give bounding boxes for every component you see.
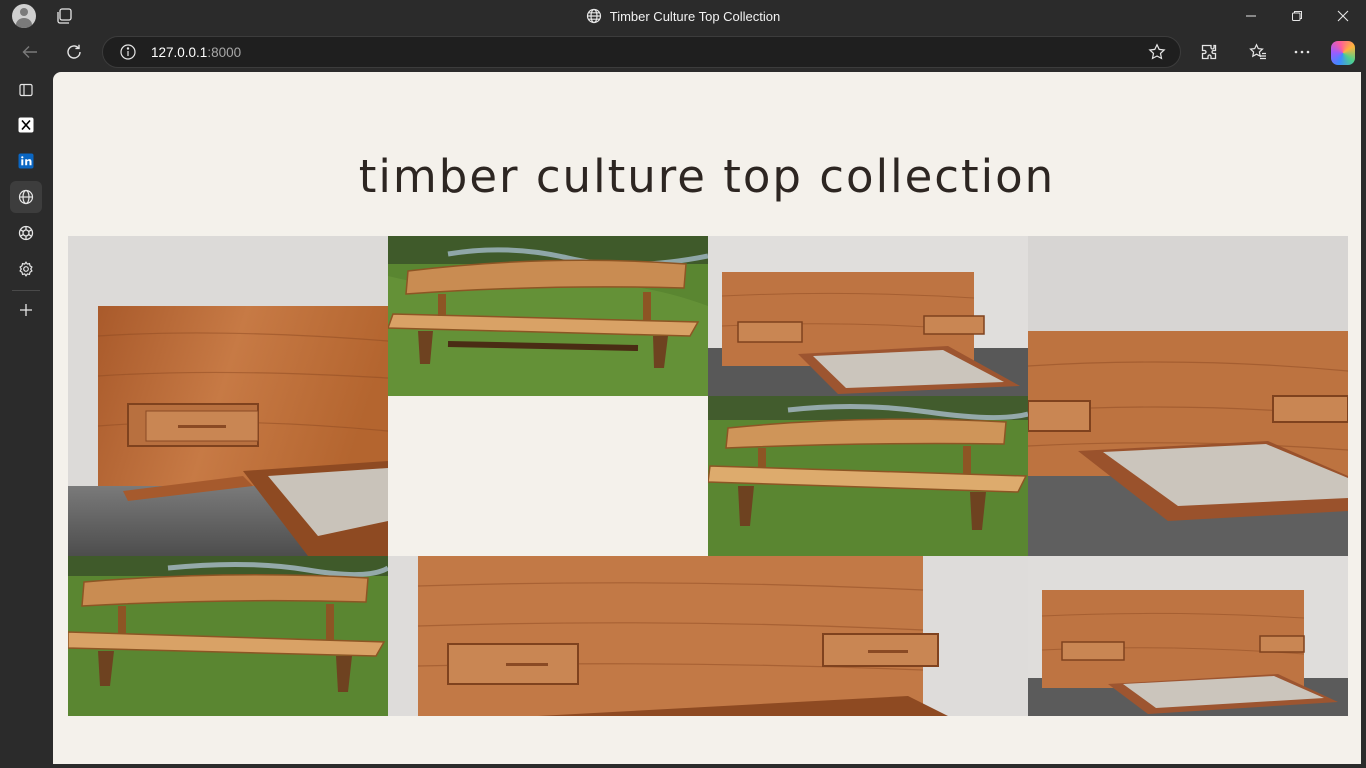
- navigation-bar: 127.0.0.1:8000: [0, 32, 1366, 72]
- tab-title: Timber Culture Top Collection: [609, 8, 781, 24]
- settings-icon[interactable]: [10, 253, 42, 285]
- workspaces-icon[interactable]: [54, 6, 74, 26]
- add-icon[interactable]: [10, 294, 42, 326]
- avatar-icon[interactable]: [12, 4, 36, 28]
- sidebar-toggle-icon[interactable]: [10, 74, 42, 106]
- address-bar[interactable]: 127.0.0.1:8000: [102, 36, 1181, 68]
- url-host: 127.0.0.1: [151, 45, 208, 60]
- star-icon[interactable]: [1148, 43, 1166, 61]
- sidebar-divider: [12, 290, 40, 291]
- info-icon[interactable]: [119, 43, 137, 61]
- refresh-icon[interactable]: [60, 38, 88, 66]
- globe-icon: [586, 8, 601, 24]
- gallery-image-bed[interactable]: [1028, 236, 1348, 556]
- gallery-image-bench[interactable]: [68, 556, 388, 716]
- title-bar: Timber Culture Top Collection: [0, 0, 1366, 32]
- globe-icon[interactable]: [10, 181, 42, 213]
- browser-sidebar: [0, 72, 52, 768]
- gallery-image-bed[interactable]: [68, 236, 388, 556]
- gallery-image-bed-closeup[interactable]: [388, 556, 1028, 716]
- page-viewport: timber culture top collection: [53, 72, 1361, 764]
- gallery-grid: [68, 236, 1348, 716]
- x-twitter-icon[interactable]: [10, 109, 42, 141]
- close-icon[interactable]: [1320, 0, 1366, 32]
- copilot-icon[interactable]: [1331, 41, 1355, 65]
- url-text[interactable]: 127.0.0.1:8000: [151, 45, 241, 60]
- openai-icon[interactable]: [10, 217, 42, 249]
- more-icon[interactable]: [1288, 38, 1316, 66]
- gallery-image-bed[interactable]: [708, 236, 1028, 396]
- page-heading: timber culture top collection: [358, 150, 1056, 203]
- minimize-icon[interactable]: [1228, 0, 1274, 32]
- favorites-icon[interactable]: [1244, 38, 1272, 66]
- back-arrow-icon[interactable]: [16, 38, 44, 66]
- active-tab[interactable]: Timber Culture Top Collection: [0, 0, 1366, 32]
- url-port: :8000: [207, 45, 242, 60]
- restore-icon[interactable]: [1274, 0, 1320, 32]
- extensions-icon[interactable]: [1195, 38, 1223, 66]
- gallery-image-bed[interactable]: [1028, 556, 1348, 716]
- linkedin-icon[interactable]: [10, 145, 42, 177]
- gallery-image-bench[interactable]: [708, 396, 1028, 556]
- gallery-image-bench[interactable]: [388, 236, 708, 396]
